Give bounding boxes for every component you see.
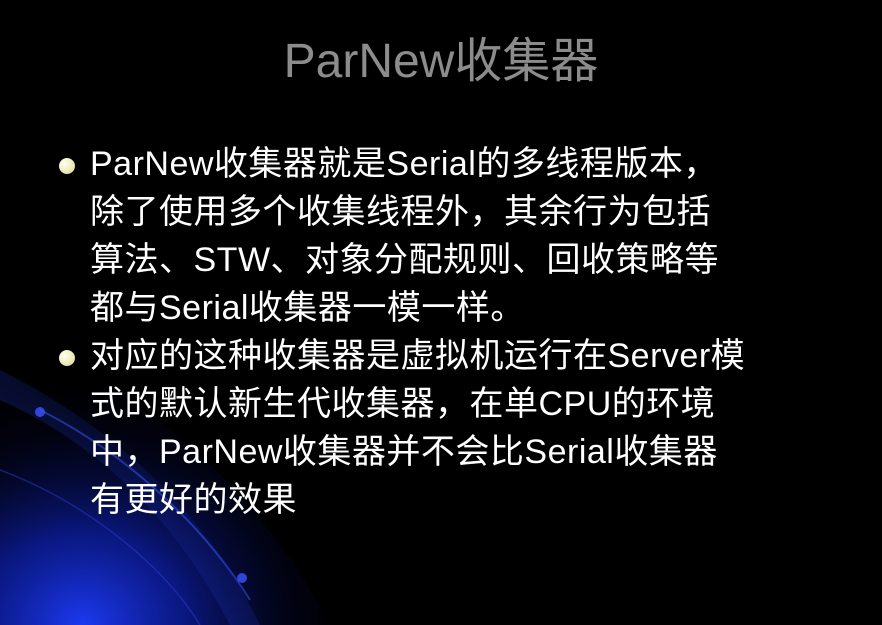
bullet-dot-icon <box>59 158 75 174</box>
bullet-item: ParNew收集器就是Serial的多线程版本， 除了使用多个收集线程外，其余行… <box>55 140 855 332</box>
slide-title: ParNew收集器 <box>283 35 599 88</box>
bullet-item: 对应的这种收集器是虚拟机运行在Server模 式的默认新生代收集器，在单CPU的… <box>55 332 855 524</box>
bullet-text-line: 对应的这种收集器是虚拟机运行在Server模 <box>90 337 746 375</box>
bullet-text-line: 中，ParNew收集器并不会比Serial收集器 <box>90 433 718 471</box>
slide: ParNew收集器 ParNew收集器就是Serial的多线程版本， 除了使用多… <box>0 0 882 625</box>
bullet-text-line: 有更好的效果 <box>90 481 297 519</box>
bullet-text-line: 都与Serial收集器一模一样。 <box>90 289 525 327</box>
bullet-text-line: 式的默认新生代收集器，在单CPU的环境 <box>90 385 716 423</box>
bullet-list: ParNew收集器就是Serial的多线程版本， 除了使用多个收集线程外，其余行… <box>55 140 855 524</box>
bullet-dot-icon <box>59 350 75 366</box>
bullet-text-line: 算法、STW、对象分配规则、回收策略等 <box>90 241 720 279</box>
bullet-text-line: ParNew收集器就是Serial的多线程版本， <box>90 145 718 183</box>
bullet-text-line: 除了使用多个收集线程外，其余行为包括 <box>90 193 711 231</box>
